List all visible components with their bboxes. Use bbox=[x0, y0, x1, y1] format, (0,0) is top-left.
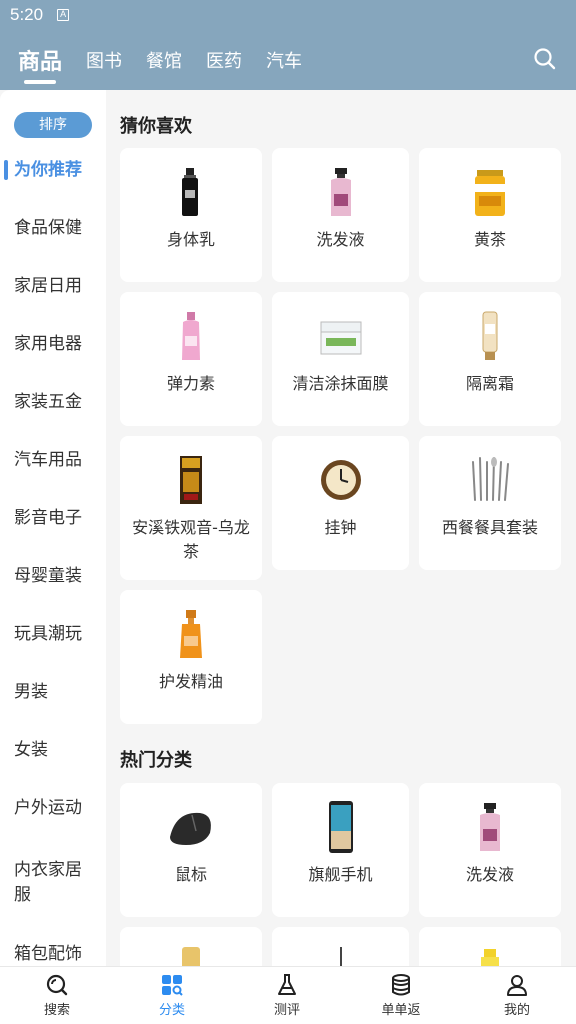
product-name: 护发精油 bbox=[158, 672, 223, 691]
category-name: 鼠标 bbox=[174, 865, 207, 884]
smartphone-icon bbox=[328, 801, 353, 853]
product-image-icon bbox=[481, 949, 499, 966]
sidebar-item-bags[interactable]: 箱包配饰 bbox=[0, 942, 106, 966]
tab-medicine[interactable]: 医药 bbox=[206, 47, 242, 73]
bottom-nav-label: 测评 bbox=[273, 1003, 300, 1018]
bottom-nav-cashback[interactable]: 单单返 bbox=[361, 973, 441, 1018]
category-sidebar: 排序 为你推荐 食品保健 家居日用 家用电器 家装五金 汽车用品 影音电子 母婴… bbox=[0, 90, 106, 966]
bottom-nav-profile[interactable]: 我的 bbox=[477, 973, 557, 1018]
content-area: 排序 为你推荐 食品保健 家居日用 家用电器 家装五金 汽车用品 影音电子 母婴… bbox=[0, 90, 576, 966]
face-mask-jar-icon bbox=[320, 321, 361, 355]
tab-goods[interactable]: 商品 bbox=[18, 44, 62, 84]
product-name: 清洁涂抹面膜 bbox=[292, 374, 389, 393]
search-icon[interactable] bbox=[532, 46, 558, 72]
tab-cars[interactable]: 汽车 bbox=[266, 47, 302, 73]
category-name: 洗发液 bbox=[465, 865, 514, 884]
status-time: 5:20 bbox=[10, 5, 44, 24]
product-card[interactable]: 安溪铁观音-乌龙茶 bbox=[120, 436, 262, 580]
tab-restaurants[interactable]: 餐馆 bbox=[146, 47, 182, 73]
status-bar: 5:20 A bbox=[0, 0, 576, 30]
sidebar-item-home-daily[interactable]: 家居日用 bbox=[0, 274, 106, 299]
flask-icon bbox=[278, 974, 296, 995]
sidebar-item-food-health[interactable]: 食品保健 bbox=[0, 216, 106, 241]
sidebar-item-menswear[interactable]: 男装 bbox=[0, 680, 106, 705]
sidebar-item-hardware[interactable]: 家装五金 bbox=[0, 390, 106, 415]
product-name: 黄茶 bbox=[473, 230, 506, 249]
sort-button[interactable]: 排序 bbox=[14, 112, 92, 138]
tab-books[interactable]: 图书 bbox=[86, 47, 122, 73]
primer-tube-icon bbox=[482, 311, 498, 360]
bottom-nav-label: 我的 bbox=[503, 1003, 530, 1018]
sidebar-item-recommend[interactable]: 为你推荐 bbox=[0, 158, 106, 183]
product-name: 西餐餐具套装 bbox=[441, 518, 538, 537]
product-name: 隔离霜 bbox=[465, 374, 514, 393]
user-icon bbox=[507, 975, 527, 996]
product-card[interactable]: 挂钟 bbox=[272, 436, 409, 570]
sidebar-item-toys[interactable]: 玩具潮玩 bbox=[0, 622, 106, 647]
bottom-nav-label: 搜索 bbox=[43, 1003, 70, 1018]
category-name: 旗舰手机 bbox=[308, 865, 373, 884]
body-lotion-bottle-icon bbox=[182, 168, 198, 216]
sidebar-item-electronics[interactable]: 影音电子 bbox=[0, 506, 106, 531]
product-card[interactable]: 身体乳 bbox=[120, 148, 262, 282]
cutlery-set-icon bbox=[472, 457, 509, 501]
category-card[interactable] bbox=[272, 927, 409, 966]
bottom-nav: 搜索 分类 测评 单单返 我的 bbox=[0, 966, 576, 1024]
tea-can-icon bbox=[475, 170, 505, 216]
sidebar-item-outdoor[interactable]: 户外运动 bbox=[0, 796, 106, 821]
product-card[interactable]: 弹力素 bbox=[120, 292, 262, 426]
category-icon bbox=[162, 975, 183, 996]
bottom-nav-label: 单单返 bbox=[381, 1003, 421, 1018]
pink-bottle-icon bbox=[182, 312, 200, 360]
sim-indicator: A bbox=[57, 9, 70, 21]
product-card[interactable]: 清洁涂抹面膜 bbox=[272, 292, 409, 426]
bottom-nav-label: 分类 bbox=[158, 1003, 185, 1018]
sidebar-item-auto-supplies[interactable]: 汽车用品 bbox=[0, 448, 106, 473]
top-nav: 商品 图书 餐馆 医药 汽车 bbox=[0, 30, 576, 90]
hair-oil-bottle-icon bbox=[180, 610, 202, 658]
category-card[interactable]: 鼠标 bbox=[120, 783, 262, 917]
product-name: 洗发液 bbox=[316, 230, 365, 249]
sidebar-item-womenswear[interactable]: 女装 bbox=[0, 738, 106, 763]
bottom-nav-category[interactable]: 分类 bbox=[132, 973, 212, 1018]
category-card[interactable] bbox=[419, 927, 561, 966]
category-card[interactable]: 洗发液 bbox=[419, 783, 561, 917]
sidebar-item-underwear[interactable]: 内衣家居服 bbox=[0, 858, 90, 908]
main-panel: 猜你喜欢 身体乳 洗发液 黄茶 弹力素 清洁涂抹面膜 隔离霜 安溪铁观音-乌龙茶… bbox=[106, 90, 576, 966]
bottom-nav-review[interactable]: 测评 bbox=[247, 973, 327, 1018]
product-card[interactable]: 黄茶 bbox=[419, 148, 561, 282]
search-icon bbox=[46, 974, 68, 996]
sidebar-item-appliances[interactable]: 家用电器 bbox=[0, 332, 106, 357]
product-image-icon bbox=[182, 947, 200, 966]
product-card[interactable]: 洗发液 bbox=[272, 148, 409, 282]
wall-clock-icon bbox=[320, 460, 361, 500]
section-title-hot: 热门分类 bbox=[120, 750, 192, 771]
product-card[interactable]: 护发精油 bbox=[120, 590, 262, 724]
database-icon bbox=[392, 974, 410, 996]
product-card[interactable]: 隔离霜 bbox=[419, 292, 561, 426]
product-image-icon bbox=[339, 947, 342, 966]
category-card[interactable]: 旗舰手机 bbox=[272, 783, 409, 917]
product-name: 安溪铁观音-乌龙茶 bbox=[132, 518, 250, 561]
sidebar-item-baby-kids[interactable]: 母婴童装 bbox=[0, 564, 106, 589]
mouse-icon bbox=[170, 812, 211, 845]
product-name: 身体乳 bbox=[166, 230, 215, 249]
product-card[interactable]: 西餐餐具套装 bbox=[419, 436, 561, 570]
shampoo-bottle-icon bbox=[330, 168, 351, 216]
tea-box-icon bbox=[180, 456, 202, 504]
bottom-nav-search[interactable]: 搜索 bbox=[17, 973, 97, 1018]
shampoo-bottle-icon bbox=[480, 803, 500, 851]
product-name: 挂钟 bbox=[324, 518, 357, 537]
category-card[interactable] bbox=[120, 927, 262, 966]
section-title-guess: 猜你喜欢 bbox=[120, 116, 192, 137]
product-name: 弹力素 bbox=[166, 374, 215, 393]
